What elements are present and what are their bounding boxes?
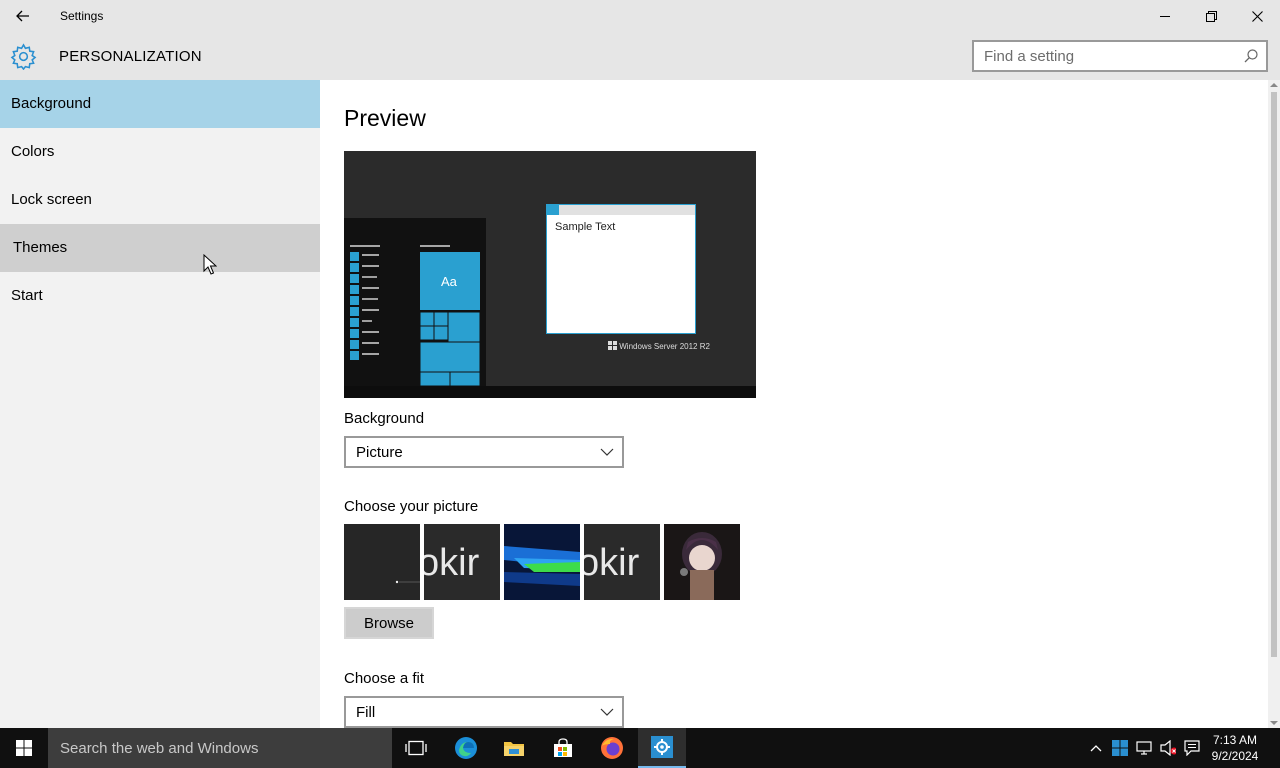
back-arrow-icon (16, 10, 29, 22)
theme-preview: Aa Sample Text Windows Server 2012 R2 (344, 151, 756, 398)
thumbnail-5-image (664, 524, 740, 600)
scroll-down-icon[interactable] (1270, 720, 1278, 726)
clock-date: 9/2/2024 (1211, 749, 1259, 763)
taskbar-edge[interactable] (442, 728, 490, 768)
page-header: PERSONALIZATION Find a setting (0, 32, 1280, 80)
sidebar-item-label: Background (11, 95, 92, 112)
fit-dropdown-value: Fill (356, 704, 376, 721)
sidebar-item-label: Lock screen (11, 191, 92, 208)
back-button[interactable] (0, 0, 46, 32)
taskbar-store[interactable] (539, 728, 587, 768)
sidebar: Background Colors Lock screen Themes Sta… (0, 80, 320, 728)
task-view-icon (405, 740, 427, 756)
action-center-icon (1184, 740, 1200, 756)
settings-gear-icon (651, 736, 673, 758)
search-icon[interactable] (1244, 49, 1258, 63)
find-setting-input[interactable]: Find a setting (972, 40, 1268, 72)
tray-notifications-button[interactable] (1184, 740, 1200, 756)
firefox-icon (601, 737, 623, 759)
sidebar-item-background[interactable]: Background (0, 80, 320, 128)
preview-start-tiles: Aa (350, 245, 481, 387)
store-bag-icon (554, 738, 572, 757)
page-title: PERSONALIZATION (59, 48, 202, 65)
chevron-down-icon (600, 708, 614, 716)
choose-fit-label: Choose a fit (344, 670, 425, 687)
vertical-scrollbar[interactable] (1268, 80, 1280, 728)
browse-button[interactable]: Browse (344, 607, 434, 639)
task-view-button[interactable] (392, 728, 440, 768)
gear-icon (10, 43, 37, 70)
picture-thumbnail-1[interactable] (344, 524, 420, 600)
thumbnail-text: okir (424, 542, 480, 584)
windows-logo-icon (608, 341, 617, 350)
preview-sample-text: Sample Text (555, 221, 616, 233)
background-dropdown-value: Picture (356, 444, 403, 461)
picture-thumbnail-2[interactable]: okir (424, 524, 500, 600)
chevron-down-icon (600, 448, 614, 456)
main-content: Preview Aa Sample Text Windows Server 20… (320, 80, 1268, 728)
taskbar-search-placeholder: Search the web and Windows (60, 740, 259, 757)
preview-tile-text: Aa (441, 274, 458, 289)
minimize-icon (1160, 16, 1170, 17)
choose-picture-label: Choose your picture (344, 498, 479, 515)
preview-start-menu: Aa (344, 218, 486, 387)
close-button[interactable] (1234, 0, 1280, 32)
section-title: Preview (344, 105, 426, 131)
sidebar-item-label: Start (11, 287, 43, 304)
mouse-cursor-icon (203, 254, 217, 275)
scroll-up-icon[interactable] (1270, 82, 1278, 88)
thumbnail-3-image (504, 524, 580, 600)
tray-network-button[interactable] (1136, 740, 1152, 756)
taskbar: Search the web and Windows 7:13 AM 9/2/2… (0, 728, 1280, 768)
picture-thumbnail-5[interactable] (664, 524, 740, 600)
network-icon (1136, 741, 1152, 755)
chevron-up-icon (1090, 745, 1102, 752)
tray-windows-button[interactable] (1112, 740, 1128, 756)
search-placeholder: Find a setting (984, 48, 1075, 65)
edge-browser-icon (455, 737, 477, 759)
scrollbar-thumb[interactable] (1271, 92, 1277, 657)
picture-thumbnail-4[interactable]: okir (584, 524, 660, 600)
restore-button[interactable] (1188, 0, 1234, 32)
minimize-button[interactable] (1142, 0, 1188, 32)
thumbnail-1-image (395, 580, 420, 584)
picture-thumbnail-3[interactable] (504, 524, 580, 600)
taskbar-firefox[interactable] (588, 728, 636, 768)
background-label: Background (344, 410, 425, 427)
preview-taskbar (344, 386, 756, 398)
background-dropdown[interactable]: Picture (344, 436, 624, 468)
preview-watermark-text: Windows Server 2012 R2 (619, 342, 710, 351)
title-bar: Settings (0, 0, 1280, 32)
taskbar-search-input[interactable]: Search the web and Windows (48, 728, 392, 768)
restore-icon (1205, 10, 1217, 22)
sidebar-item-start[interactable]: Start (0, 272, 320, 320)
clock-time: 7:13 AM (1212, 733, 1258, 747)
sidebar-item-label: Themes (13, 239, 68, 256)
windows-logo-icon (16, 740, 32, 756)
volume-muted-icon (1160, 740, 1176, 756)
close-icon (1251, 10, 1263, 22)
sidebar-item-label: Colors (11, 143, 55, 160)
tray-volume-button[interactable] (1160, 740, 1176, 756)
sidebar-item-themes[interactable]: Themes (0, 224, 320, 272)
preview-window-accent (547, 205, 559, 215)
tray-show-hidden-button[interactable] (1088, 740, 1104, 756)
taskbar-clock[interactable]: 7:13 AM 9/2/2024 (1206, 732, 1264, 764)
preview-window-titlebar (547, 205, 695, 215)
windows-logo-icon (1112, 740, 1128, 756)
taskbar-file-explorer[interactable] (490, 728, 538, 768)
taskbar-settings[interactable] (638, 728, 686, 768)
window-title: Settings (60, 9, 104, 23)
preview-window: Sample Text (546, 204, 696, 334)
folder-icon (504, 742, 524, 756)
preview-watermark: Windows Server 2012 R2 (608, 341, 710, 351)
sidebar-item-lock-screen[interactable]: Lock screen (0, 176, 320, 224)
fit-dropdown[interactable]: Fill (344, 696, 624, 728)
start-button[interactable] (0, 728, 48, 768)
sidebar-item-colors[interactable]: Colors (0, 128, 320, 176)
thumbnail-text: okir (584, 542, 640, 584)
